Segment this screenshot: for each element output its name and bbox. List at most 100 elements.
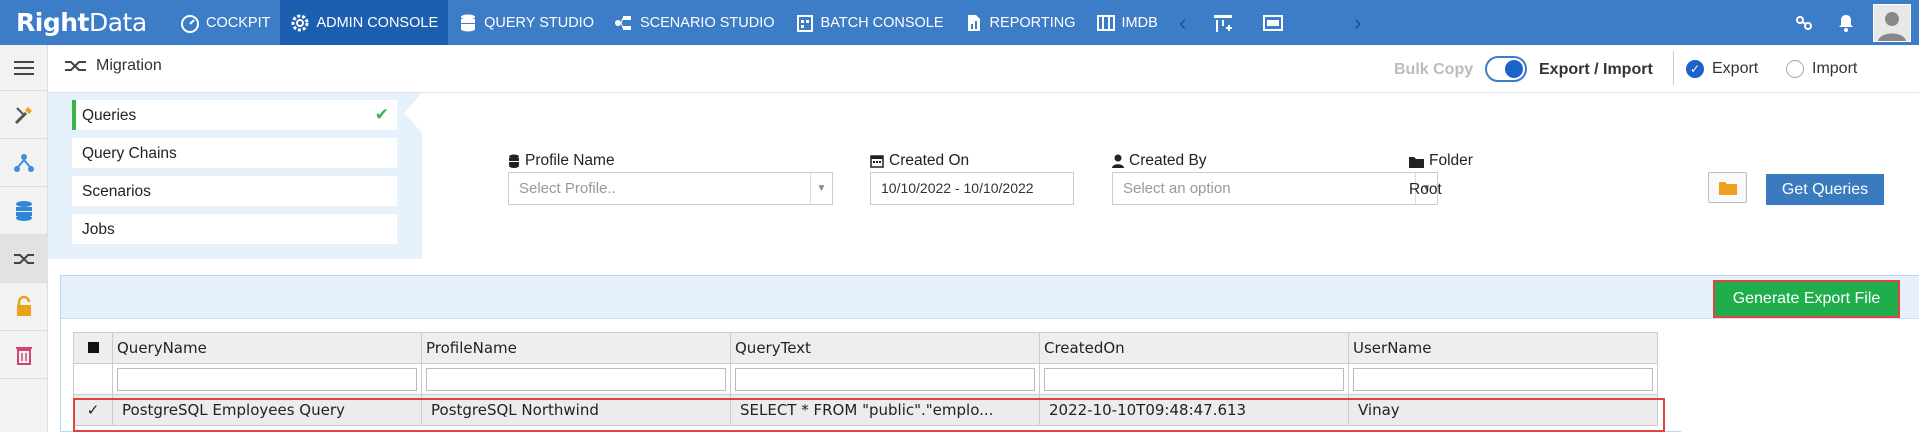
cell-queryname: PostgreSQL Employees Query [112,394,422,426]
hamburger-menu-icon[interactable] [0,45,48,91]
nav-imdb-label: IMDB [1121,14,1158,31]
nav-query-studio[interactable]: QUERY STUDIO [448,0,604,45]
tools-icon[interactable] [0,91,48,139]
cell-querytext: SELECT * FROM "public"."emplo... [730,394,1040,426]
chevron-down-icon: ▼ [810,173,832,204]
created-on-date-range-input[interactable]: 10/10/2022 - 10/10/2022 [870,172,1074,205]
filter-cell-profilename [421,363,731,395]
report-icon [967,14,980,31]
select-all-checkbox[interactable] [73,332,113,364]
bulk-copy-label[interactable]: Bulk Copy [1394,61,1473,79]
category-scenarios[interactable]: Scenarios [72,176,397,206]
created-on-date-value: 10/10/2022 - 10/10/2022 [881,180,1034,196]
profile-select[interactable]: Select Profile.. ▼ [508,172,833,205]
nav-scenario-studio-label: SCENARIO STUDIO [639,14,775,31]
cell-createdon: 2022-10-10T09:48:47.613 [1039,394,1349,426]
nav-batch-console-label: BATCH CONSOLE [820,14,944,31]
toggle-knob [1505,60,1523,78]
top-nav: Right Data COCKPIT ADMIN CONSOLE QUERY ST… [0,0,1919,45]
link-icon[interactable] [1783,0,1825,45]
nav-scroll-left-icon[interactable]: ‹ [1168,10,1198,36]
folder-browse-button[interactable] [1708,172,1747,203]
page-title: Migration [64,57,162,75]
created-on-label: Created On [870,152,969,170]
table-row[interactable]: ✓ PostgreSQL Employees Query PostgreSQL … [73,394,1658,426]
import-radio[interactable]: Import [1786,60,1857,78]
screen-icon [1262,14,1283,31]
user-icon [1112,154,1124,168]
import-radio-label: Import [1812,60,1858,77]
category-queries-label: Queries [82,107,137,124]
generate-export-file-button[interactable]: Generate Export File [1713,280,1900,318]
database-stack-icon[interactable] [0,187,48,235]
rightdata-logo[interactable]: Right Data [0,0,170,45]
nav-reporting[interactable]: REPORTING [954,0,1086,45]
filter-input-createdon[interactable] [1044,367,1344,391]
page-header: Migration Bulk Copy Export / Import ✓ Ex… [48,45,1919,93]
import-radio-circle-icon [1786,60,1804,78]
filter-input-querytext[interactable] [735,367,1035,391]
imdb-icon [1096,14,1115,31]
column-header-username[interactable]: UserName [1348,332,1658,364]
export-radio-checked-icon: ✓ [1686,60,1704,78]
nav-reporting-label: REPORTING [989,14,1076,31]
nav-imdb[interactable]: IMDB [1086,0,1168,45]
queries-table: QueryName ProfileName QueryText CreatedO… [73,332,1658,426]
nav-batch-console[interactable]: BATCH CONSOLE [785,0,954,45]
get-queries-button[interactable]: Get Queries [1766,174,1884,205]
column-header-queryname[interactable]: QueryName [112,332,422,364]
bell-icon[interactable] [1825,0,1867,45]
gauge-icon [181,14,199,33]
column-header-profilename[interactable]: ProfileName [421,332,731,364]
nav-scroll-right-icon[interactable]: › [1343,10,1373,36]
select-all-square-icon [87,342,99,353]
folder-icon [1409,156,1424,168]
network-icon[interactable] [0,139,48,187]
nav-scenario-studio[interactable]: SCENARIO STUDIO [604,0,785,45]
filter-cell-username [1348,363,1658,395]
export-import-label[interactable]: Export / Import [1539,61,1653,79]
folder-label: Folder [1409,152,1473,170]
created-by-select[interactable]: Select an option ▼ [1112,172,1438,205]
category-jobs[interactable]: Jobs [72,214,397,244]
profile-select-placeholder: Select Profile.. [519,180,616,197]
category-scenarios-label: Scenarios [82,183,151,200]
export-radio[interactable]: ✓ Export [1686,60,1758,78]
trash-icon[interactable] [0,331,48,379]
nav-screen-icon[interactable] [1248,0,1298,45]
filter-input-profilename[interactable] [426,367,726,391]
filter-panel: Queries ✔ Query Chains Scenarios Jobs Pr… [48,93,1919,259]
left-sidebar [0,45,48,432]
batch-icon [796,14,813,32]
unlock-icon[interactable] [0,283,48,331]
calendar-icon [870,155,884,168]
column-header-createdon[interactable]: CreatedOn [1039,332,1349,364]
category-jobs-label: Jobs [82,221,115,238]
folder-open-icon [1718,182,1737,195]
created-on-text: Created On [889,152,970,169]
category-query-chains[interactable]: Query Chains [72,138,397,168]
nav-cockpit[interactable]: COCKPIT [170,0,280,45]
nav-admin-console-label: ADMIN CONSOLE [316,14,439,31]
checkmark-icon: ✔ [374,105,389,124]
nav-query-studio-label: QUERY STUDIO [484,14,594,31]
nav-admin-console[interactable]: ADMIN CONSOLE [280,0,449,45]
database-icon [461,14,476,31]
mode-toggle-switch[interactable] [1485,56,1527,82]
column-header-querytext[interactable]: QueryText [730,332,1040,364]
filter-input-queryname[interactable] [117,367,417,391]
avatar[interactable] [1873,3,1911,42]
user-avatar-icon [1878,11,1906,41]
filter-form: Profile Name Select Profile.. ▼ Created … [422,93,1919,259]
category-queries[interactable]: Queries ✔ [72,100,397,130]
migration-icon[interactable] [0,235,48,283]
database-small-icon [509,154,519,168]
nav-table-add-icon[interactable] [1198,0,1248,45]
grid-toolbar: Generate Export File [61,276,1919,319]
folder-text: Folder [1429,152,1473,169]
row-checkbox[interactable]: ✓ [73,394,113,426]
filter-cell-querytext [730,363,1040,395]
export-radio-label: Export [1712,60,1759,77]
filter-input-username[interactable] [1353,367,1653,391]
logo-light: Data [88,8,147,37]
